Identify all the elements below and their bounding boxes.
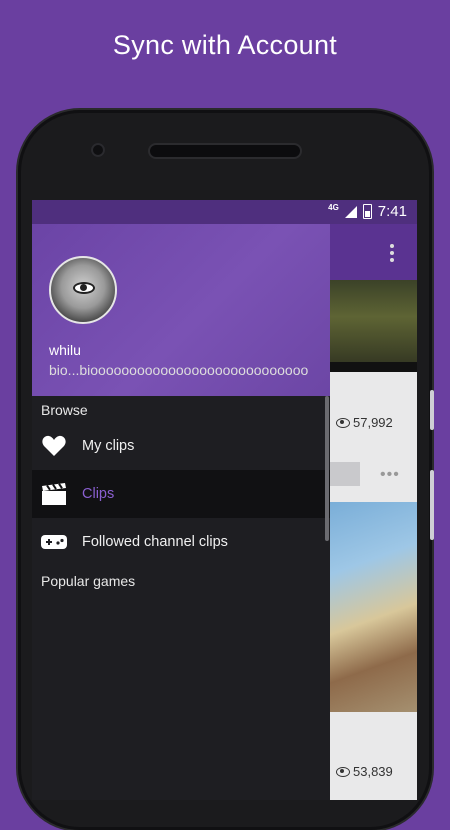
volume-button — [430, 390, 434, 430]
nav-item-clips[interactable]: Clips — [32, 470, 330, 518]
battery-icon — [362, 204, 372, 219]
drawer-header: whilu bio...bioooooooooooooooooooooooooo… — [32, 224, 330, 396]
nav-item-label: Followed channel clips — [82, 534, 228, 550]
view-count: 53,839 — [336, 764, 393, 779]
phone-screen: 4G 7:41 57,992 ••• 53,839 whilu bio...bi… — [32, 200, 417, 800]
nav-item-label: My clips — [82, 438, 135, 454]
clip-card[interactable] — [330, 712, 417, 800]
clip-more-icon[interactable]: ••• — [380, 466, 400, 484]
clip-thumbnail[interactable] — [330, 502, 417, 712]
app-bar — [330, 224, 417, 280]
view-count: 57,992 — [336, 415, 393, 430]
drawer-scrollbar[interactable] — [325, 396, 329, 541]
front-camera — [91, 143, 105, 157]
network-type: 4G — [328, 203, 339, 212]
clapperboard-icon — [42, 483, 66, 505]
clip-thumbnail[interactable] — [330, 280, 417, 372]
heart-icon — [42, 435, 66, 456]
section-popular-games: Popular games — [41, 573, 136, 589]
nav-item-my-clips[interactable]: My clips — [32, 422, 330, 470]
navigation-drawer: whilu bio...bioooooooooooooooooooooooooo… — [32, 224, 330, 800]
eye-icon — [336, 766, 350, 777]
user-bio: bio...bioooooooooooooooooooooooooooo — [49, 362, 309, 378]
promo-headline: Sync with Account — [112, 30, 338, 60]
view-count-value: 53,839 — [353, 764, 393, 779]
overflow-menu-icon[interactable] — [390, 244, 394, 265]
gamepad-icon — [41, 535, 67, 549]
view-count-value: 57,992 — [353, 415, 393, 430]
status-bar: 4G 7:41 — [32, 200, 417, 224]
eye-icon — [336, 417, 350, 428]
power-button — [430, 470, 434, 540]
nav-item-followed-channel-clips[interactable]: Followed channel clips — [32, 518, 330, 566]
signal-icon — [344, 205, 357, 218]
user-name: whilu — [49, 342, 81, 358]
status-time: 7:41 — [377, 203, 407, 220]
clip-action-button[interactable] — [330, 462, 360, 486]
thumbnail-duration-bar — [330, 362, 417, 372]
nav-item-label: Clips — [82, 486, 115, 502]
avatar[interactable] — [49, 256, 117, 324]
section-browse: Browse — [41, 402, 88, 418]
earpiece-speaker — [150, 145, 300, 157]
